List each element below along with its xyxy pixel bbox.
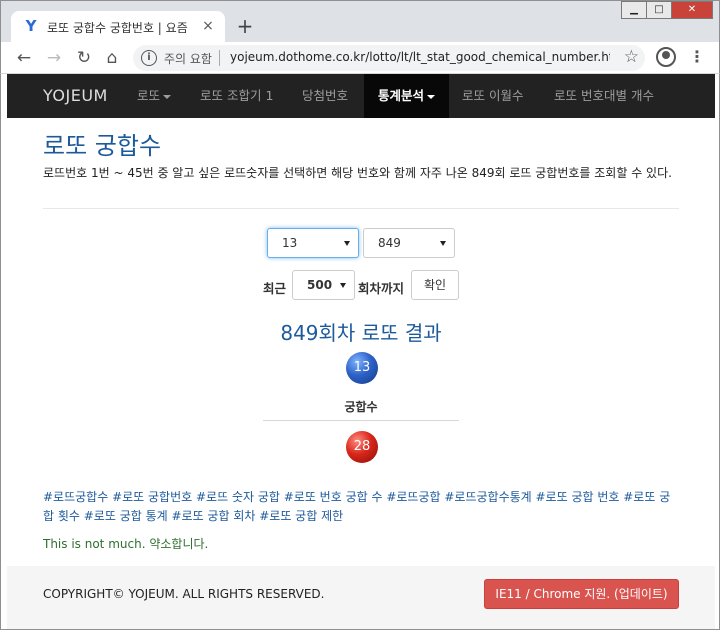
result-title: 849회차 로또 결과 — [280, 321, 442, 345]
caret-down-icon — [427, 94, 436, 99]
section-divider — [263, 420, 459, 421]
selected-number-ball: 13 — [346, 352, 378, 384]
nav-item-carryover[interactable]: 로또 이월수 — [462, 74, 523, 118]
nav-item-combination[interactable]: 로또 조합기 1 — [200, 74, 273, 118]
minimize-button[interactable]: ▁ — [621, 1, 647, 19]
hashtag-list[interactable]: #로뜨궁합수 #로또 궁합번호 #로뜨 숫자 궁합 #로또 번호 궁합 수 #로… — [43, 488, 679, 526]
nav-item-lotto[interactable]: 로또 — [137, 74, 172, 118]
page-description: 로뜨번호 1번 ~ 45번 중 알고 싶은 로뜨숫자를 선택하면 해당 번호와 … — [43, 166, 672, 180]
web-page: YOJEUM 로또 로또 조합기 1 당첨번호 통계분석 로또 이월수 로또 번… — [0, 74, 720, 630]
caret-down-icon — [163, 94, 172, 99]
footer-note: This is not much. 약소합니다. — [43, 537, 209, 551]
site-navbar: YOJEUM 로또 로또 조합기 1 당첨번호 통계분석 로또 이월수 로또 번… — [7, 74, 715, 118]
site-footer: COPYRIGHT© YOJEUM. ALL RIGHTS RESERVED. … — [7, 566, 715, 629]
nav-item-winning-numbers[interactable]: 당첨번호 — [302, 74, 348, 118]
chemistry-label: 궁합수 — [344, 400, 378, 414]
more-menu-icon[interactable]: ⋮ — [687, 46, 707, 68]
back-arrow-icon[interactable]: ← — [13, 47, 35, 69]
account-icon[interactable] — [656, 47, 676, 67]
maximize-button[interactable]: □ — [646, 1, 672, 19]
recent-label: 최근 — [263, 281, 287, 296]
tab-title: 로또 궁합수 궁합번호 | 요즘 — [47, 21, 188, 35]
round-select-value: 849 — [378, 236, 401, 250]
until-label: 회차까지 — [358, 281, 405, 296]
browser-tab-bar: Y 로또 궁합수 궁합번호 | 요즘 × + ▁ □ ✕ — [0, 0, 720, 43]
site-brand[interactable]: YOJEUM — [43, 86, 108, 105]
browser-tab[interactable]: Y 로또 궁합수 궁합번호 | 요즘 × — [11, 11, 225, 43]
new-tab-button[interactable]: + — [233, 15, 257, 39]
recent-select-value: 500 — [307, 278, 333, 292]
nav-item-label: 통계분석 — [378, 88, 425, 103]
nav-item-statistics[interactable]: 통계분석 — [364, 74, 450, 118]
close-window-button[interactable]: ✕ — [671, 1, 713, 19]
reload-icon[interactable]: ↻ — [73, 47, 95, 69]
dropdown-arrow-icon — [440, 241, 446, 246]
bookmark-star-icon[interactable]: ☆ — [624, 47, 639, 67]
round-select[interactable]: 849 — [363, 228, 455, 258]
window-controls: ▁ □ ✕ — [621, 1, 713, 19]
url-text[interactable]: yojeum.dothome.co.kr/lotto/lt/lt_stat_go… — [230, 50, 610, 64]
confirm-button[interactable]: 확인 — [411, 270, 459, 300]
chemistry-number-ball: 28 — [346, 431, 378, 463]
browser-toolbar: ← → ↻ ⌂ i 주의 요함 yojeum.dothome.co.kr/lot… — [0, 42, 720, 74]
update-button[interactable]: IE11 / Chrome 지원. (업데이트) — [484, 579, 679, 609]
site-favicon-icon: Y — [25, 17, 37, 35]
home-icon[interactable]: ⌂ — [101, 47, 123, 69]
copyright-text: COPYRIGHT© YOJEUM. ALL RIGHTS RESERVED. — [43, 587, 325, 601]
security-status[interactable]: 주의 요함 — [164, 50, 212, 67]
nav-item-label: 로또 — [137, 88, 161, 103]
dropdown-arrow-icon — [344, 241, 350, 246]
nav-item-number-range[interactable]: 로또 번호대별 개수 — [554, 74, 654, 118]
number-select-value: 13 — [282, 236, 298, 250]
recent-count-select[interactable]: 500 — [292, 270, 355, 300]
number-select[interactable]: 13 — [267, 228, 359, 258]
page-title: 로또 궁합수 — [43, 132, 162, 160]
address-bar[interactable]: i 주의 요함 yojeum.dothome.co.kr/lotto/lt/lt… — [133, 45, 645, 71]
address-separator — [219, 50, 220, 66]
dropdown-arrow-icon — [340, 283, 346, 288]
info-icon[interactable]: i — [141, 50, 157, 66]
forward-arrow-icon[interactable]: → — [43, 47, 65, 69]
tab-close-icon[interactable]: × — [199, 17, 217, 35]
divider — [43, 208, 679, 209]
